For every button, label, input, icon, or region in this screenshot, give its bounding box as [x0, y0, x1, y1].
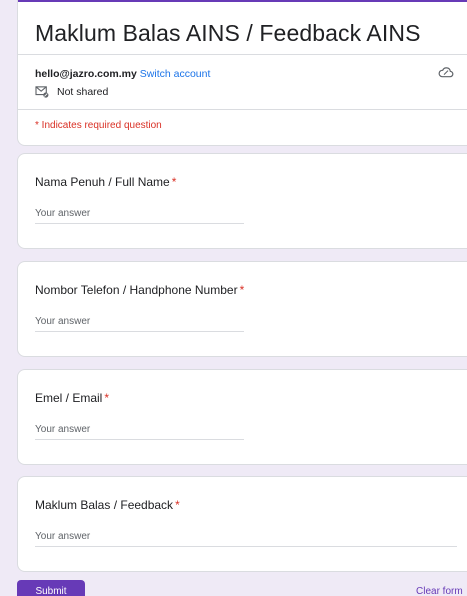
question-title: Emel / Email	[35, 391, 103, 405]
phone-input[interactable]	[35, 316, 244, 332]
required-asterisk: *	[239, 283, 245, 297]
question-card-email: Emel / Email *	[17, 369, 467, 465]
cloud-off-icon	[438, 67, 454, 78]
required-asterisk: *	[171, 175, 177, 189]
mail-not-shared-icon	[35, 86, 49, 98]
clear-form-link[interactable]: Clear form	[416, 586, 463, 596]
question-card-feedback: Maklum Balas / Feedback *	[17, 476, 467, 572]
email-input[interactable]	[35, 424, 244, 440]
switch-account-link[interactable]: Switch account	[140, 68, 211, 80]
form-page: Maklum Balas AINS / Feedback AINS hello@…	[0, 0, 467, 596]
question-card-full-name: Nama Penuh / Full Name *	[17, 153, 467, 249]
account-row: hello@jazro.com.my Switch account	[35, 68, 210, 80]
required-asterisk: *	[175, 498, 180, 512]
feedback-input[interactable]	[35, 531, 457, 547]
full-name-input[interactable]	[35, 208, 244, 224]
not-shared-row: Not shared	[35, 86, 108, 98]
question-card-phone: Nombor Telefon / Handphone Number *	[17, 261, 467, 357]
account-divider	[18, 109, 467, 110]
question-label: Nombor Telefon / Handphone Number *	[35, 283, 244, 297]
question-label: Maklum Balas / Feedback *	[35, 498, 180, 512]
form-header-card: Maklum Balas AINS / Feedback AINS hello@…	[17, 0, 467, 146]
form-title: Maklum Balas AINS / Feedback AINS	[35, 20, 421, 46]
required-asterisk: *	[104, 391, 110, 405]
account-email: hello@jazro.com.my	[35, 68, 137, 80]
header-divider	[18, 54, 467, 55]
not-shared-label: Not shared	[57, 86, 109, 98]
question-title: Maklum Balas / Feedback	[35, 498, 174, 512]
question-label: Nama Penuh / Full Name *	[35, 175, 176, 189]
question-title: Nombor Telefon / Handphone Number	[35, 283, 238, 297]
question-label: Emel / Email *	[35, 391, 109, 405]
submit-button[interactable]: Submit	[17, 580, 85, 596]
required-note: * Indicates required question	[35, 120, 162, 131]
question-title: Nama Penuh / Full Name	[35, 175, 170, 189]
